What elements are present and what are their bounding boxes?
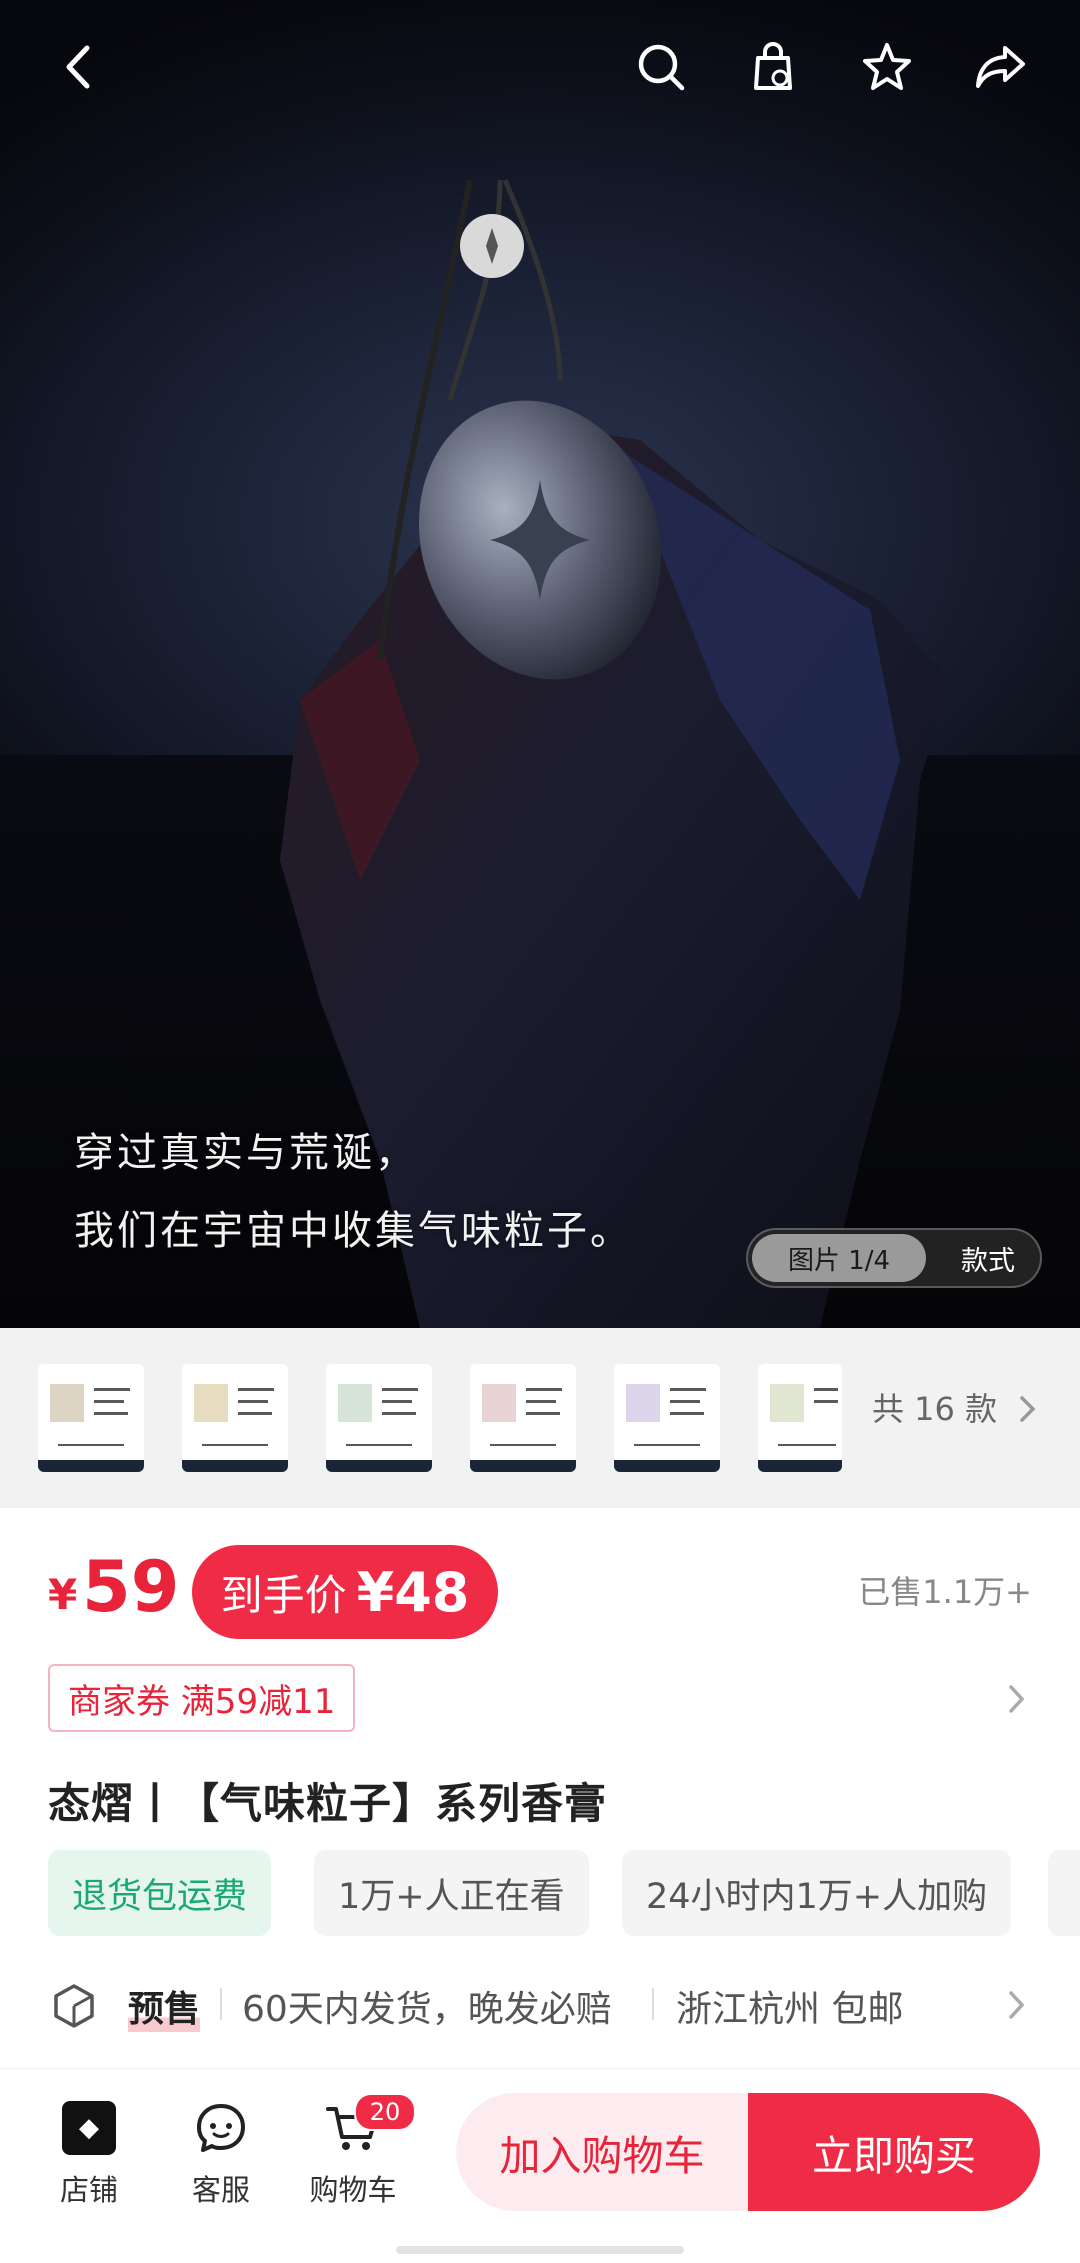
coupon-badge[interactable]: 商家券 满59减11 <box>48 1664 356 1732</box>
divider <box>220 1988 222 2020</box>
chevron-right-icon[interactable] <box>1006 1682 1028 1716</box>
sold-count: 已售1.1万+ <box>858 1573 1032 1611</box>
tag-cart-adds: 24小时内1万+人加购 <box>622 1850 1012 1936</box>
tag-overflow <box>1048 1850 1080 1936</box>
image-pager[interactable]: 图片 1/4 款式 <box>746 1228 1042 1288</box>
share-button[interactable] <box>968 34 1034 100</box>
service-label: 客服 <box>191 2173 250 2207</box>
variant-thumbnail[interactable] <box>38 1364 144 1472</box>
variant-thumbnail[interactable] <box>614 1364 720 1472</box>
bottom-action-bar: ◆ 店铺 客服 购物车 20 加入购物车 立即购买 <box>0 2068 1080 2263</box>
shopping-bag-button[interactable] <box>740 34 806 100</box>
star-icon <box>863 43 911 90</box>
image-count-tab[interactable]: 图片 1/4 <box>752 1234 926 1282</box>
shop-button[interactable]: ◆ 店铺 <box>34 2097 144 2209</box>
variant-thumbnail[interactable] <box>758 1364 842 1472</box>
customer-service-button[interactable]: 客服 <box>166 2097 276 2209</box>
product-image-gallery[interactable]: 穿过真实与荒诞， 我们在宇宙中收集气味粒子。 图片 1/4 款式 <box>0 0 1080 1328</box>
shop-logo-icon: ◆ <box>62 2101 116 2155</box>
tag-free-return-shipping: 退货包运费 <box>48 1850 272 1936</box>
chevron-right-icon <box>1009 1991 1025 2019</box>
ship-from-location: 浙江杭州 包邮 <box>676 1989 904 2030</box>
hero-caption-line1: 穿过真实与荒诞， <box>74 1130 418 1176</box>
final-price-value: ¥48 <box>356 1560 470 1624</box>
chevron-right-icon <box>1020 1396 1036 1422</box>
presale-label: 预售 <box>128 1980 201 2032</box>
final-price-label: 到手价 <box>220 1570 347 1620</box>
search-icon <box>638 44 685 91</box>
share-icon <box>976 46 1025 88</box>
price-value: 59 <box>82 1546 180 1628</box>
shopping-bag-icon <box>754 42 792 90</box>
cart-label: 购物车 <box>309 2173 397 2207</box>
divider <box>652 1988 654 2020</box>
variant-thumbnail[interactable] <box>326 1364 432 1472</box>
final-price-badge: 到手价 ¥48 <box>192 1545 498 1639</box>
back-button[interactable] <box>46 34 112 100</box>
product-title: 态熠丨【气味粒子】系列香膏 <box>48 1779 608 1828</box>
back-icon <box>66 45 90 89</box>
home-indicator <box>396 2246 684 2254</box>
more-variants-link[interactable]: 共 16 款 <box>872 1384 1039 1430</box>
cart-count-badge: 20 <box>354 2093 416 2131</box>
add-to-cart-button[interactable]: 加入购物车 <box>456 2093 748 2211</box>
tag-viewers: 1万+人正在看 <box>314 1850 589 1936</box>
shipping-row[interactable]: 预售 60天内发货，晚发必赔 浙江杭州 包邮 <box>48 1970 1038 2040</box>
chat-bubble-icon <box>197 2104 245 2152</box>
variant-thumbnail[interactable] <box>470 1364 576 1472</box>
style-tab[interactable]: 款式 <box>940 1230 1036 1286</box>
hero-caption-line2: 我们在宇宙中收集气味粒子。 <box>74 1208 633 1254</box>
variant-thumbnails: 共 16 款 <box>0 1328 1080 1508</box>
package-icon <box>54 1984 94 2028</box>
more-variants-label: 共 16 款 <box>872 1390 998 1428</box>
search-button[interactable] <box>628 34 694 100</box>
variant-thumbnail[interactable] <box>182 1364 288 1472</box>
price-currency: ¥ <box>48 1570 78 1619</box>
buy-now-button[interactable]: 立即购买 <box>748 2093 1040 2211</box>
delivery-promise: 60天内发货，晚发必赔 <box>242 1989 612 2030</box>
favorite-button[interactable] <box>854 34 920 100</box>
shop-label: 店铺 <box>59 2173 118 2207</box>
